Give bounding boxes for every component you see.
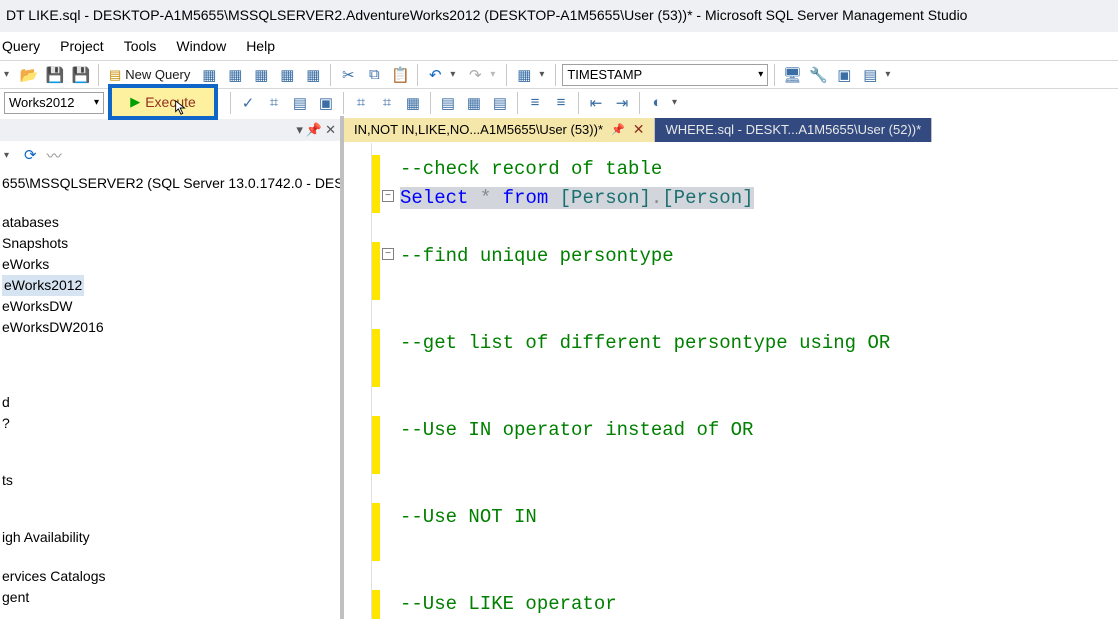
object-explorer-toolbar: ▾ ⟳ 〰 [0, 141, 340, 169]
folder-icon[interactable]: 📂 [18, 64, 40, 86]
specify-caret-icon[interactable]: ▾ [672, 97, 682, 108]
cursor-icon [174, 100, 188, 116]
tree-server-node[interactable]: 655\MSSQLSERVER2 (SQL Server 13.0.1742.0… [2, 173, 338, 194]
mdx-icon[interactable]: ▦ [198, 64, 220, 86]
window-icon[interactable]: ▣ [833, 64, 855, 86]
editor-margin [344, 143, 372, 619]
dax-icon[interactable]: ▦ [276, 64, 298, 86]
layout-caret-icon[interactable]: ▾ [885, 69, 895, 80]
tree-node[interactable]: Snapshots [2, 233, 338, 254]
menu-query[interactable]: Query [2, 38, 40, 54]
results-grid-icon[interactable]: ▦ [463, 92, 485, 114]
tab-active[interactable]: IN,NOT IN,LIKE,NO...A1M5655\User (53))* … [344, 118, 655, 142]
grid-icon[interactable]: ▦ [513, 64, 535, 86]
code-text[interactable]: --check record of table Select * from [P… [398, 143, 890, 619]
add-icon[interactable]: ⌗ [350, 92, 372, 114]
pin-icon[interactable]: 📌 [306, 122, 322, 138]
specify-icon[interactable]: ◐ [646, 92, 668, 114]
fold-icon[interactable]: − [382, 248, 394, 260]
object-explorer-tree[interactable]: 655\MSSQLSERVER2 (SQL Server 13.0.1742.0… [0, 169, 340, 612]
pin-icon[interactable]: 📌 [611, 123, 625, 136]
results-icon[interactable]: ▣ [315, 92, 337, 114]
dmx-icon[interactable]: ▦ [224, 64, 246, 86]
object-explorer-panel: ▾ 📌 ✕ ▾ ⟳ 〰 655\MSSQLSERVER2 (SQL Server… [0, 116, 344, 619]
tree-node[interactable]: ? [2, 413, 338, 434]
redo-icon[interactable]: ↷ [464, 64, 486, 86]
cut-icon[interactable]: ✂ [337, 64, 359, 86]
database-combo[interactable]: Works2012 ▾ [4, 92, 104, 114]
new-query-label: New Query [125, 67, 190, 82]
save-icon[interactable]: 💾 [44, 64, 66, 86]
database-label: Works2012 [9, 95, 75, 110]
activity-icon[interactable]: 〰 [47, 145, 62, 166]
refresh-icon[interactable]: ⟳ [24, 146, 37, 164]
dropdown-caret-icon[interactable]: ▾ [4, 69, 14, 80]
parse-icon[interactable]: ⌗ [263, 92, 285, 114]
change-gutter [372, 143, 380, 619]
tab-label: WHERE.sql - DESKT...A1M5655\User (52))* [665, 122, 921, 137]
fold-icon[interactable]: − [382, 190, 394, 202]
remove-icon[interactable]: ⌗ [376, 92, 398, 114]
tree-node[interactable]: eWorksDW [2, 296, 338, 317]
redo-caret-icon[interactable]: ▾ [490, 69, 500, 80]
document-tabs: IN,NOT IN,LIKE,NO...A1M5655\User (53))* … [344, 116, 1118, 143]
monitor-icon[interactable]: 🖥 [781, 64, 803, 86]
copy-icon[interactable]: ⧉ [363, 64, 385, 86]
menu-window[interactable]: Window [176, 38, 226, 54]
uncomment-icon[interactable]: ≡ [550, 92, 572, 114]
include-icon[interactable]: ▤ [289, 92, 311, 114]
outdent-icon[interactable]: ⇥ [611, 92, 633, 114]
xmla-icon[interactable]: ▦ [250, 64, 272, 86]
execute-label: Execute [145, 94, 196, 110]
menubar: Query Project Tools Window Help [0, 32, 1118, 60]
display-icon[interactable]: ▦ [402, 92, 424, 114]
comment-icon[interactable]: ≡ [524, 92, 546, 114]
execute-button[interactable]: ▶ Execute [108, 84, 218, 120]
menu-project[interactable]: Project [60, 38, 104, 54]
undo-caret-icon[interactable]: ▾ [450, 69, 460, 80]
close-icon[interactable]: ✕ [325, 122, 336, 138]
new-query-icon: ▤ [109, 67, 121, 83]
layout-icon[interactable]: ▤ [859, 64, 881, 86]
paste-icon[interactable]: 📋 [389, 64, 411, 86]
tree-node[interactable]: eWorksDW2016 [2, 317, 338, 338]
connect-caret-icon[interactable]: ▾ [4, 150, 14, 161]
tab-inactive[interactable]: WHERE.sql - DESKT...A1M5655\User (52))* [655, 118, 932, 142]
save-all-icon[interactable]: 💾 [70, 64, 92, 86]
play-icon: ▶ [130, 94, 140, 110]
dropdown-icon[interactable]: ▾ [296, 122, 303, 138]
results-file-icon[interactable]: ▤ [489, 92, 511, 114]
tree-node[interactable]: eWorks [2, 254, 338, 275]
timestamp-combo[interactable]: TIMESTAMP ▾ [562, 64, 768, 86]
menu-help[interactable]: Help [246, 38, 275, 54]
object-explorer-header: ▾ 📌 ✕ [0, 119, 340, 141]
indent-icon[interactable]: ⇤ [585, 92, 607, 114]
code-editor[interactable]: − − --check record of table Select * fro… [344, 143, 1118, 619]
chevron-down-icon: ▾ [94, 97, 99, 108]
close-icon[interactable]: ✕ [633, 121, 645, 138]
dax2-icon[interactable]: ▦ [302, 64, 324, 86]
check-icon[interactable]: ✓ [237, 92, 259, 114]
tree-node[interactable]: d [2, 392, 338, 413]
tree-node[interactable]: atabases [2, 212, 338, 233]
new-query-button[interactable]: ▤ New Query [105, 64, 194, 86]
menu-tools[interactable]: Tools [124, 38, 157, 54]
results-text-icon[interactable]: ▤ [437, 92, 459, 114]
tree-node[interactable]: ts [2, 470, 338, 491]
timestamp-label: TIMESTAMP [567, 67, 642, 82]
tree-node[interactable]: gent [2, 587, 338, 608]
tree-node[interactable]: igh Availability [2, 527, 338, 548]
tab-label: IN,NOT IN,LIKE,NO...A1M5655\User (53))* [354, 122, 603, 137]
tree-node[interactable]: ervices Catalogs [2, 566, 338, 587]
window-title: DT LIKE.sql - DESKTOP-A1M5655\MSSQLSERVE… [0, 0, 1118, 32]
wrench-icon[interactable]: 🔧 [807, 64, 829, 86]
fold-gutter: − − [380, 143, 398, 619]
grid-caret-icon[interactable]: ▾ [539, 69, 549, 80]
tree-node-selected[interactable]: eWorks2012 [2, 275, 338, 296]
undo-icon[interactable]: ↶ [424, 64, 446, 86]
editor-pane: IN,NOT IN,LIKE,NO...A1M5655\User (53))* … [344, 116, 1118, 619]
chevron-down-icon: ▾ [758, 69, 763, 80]
